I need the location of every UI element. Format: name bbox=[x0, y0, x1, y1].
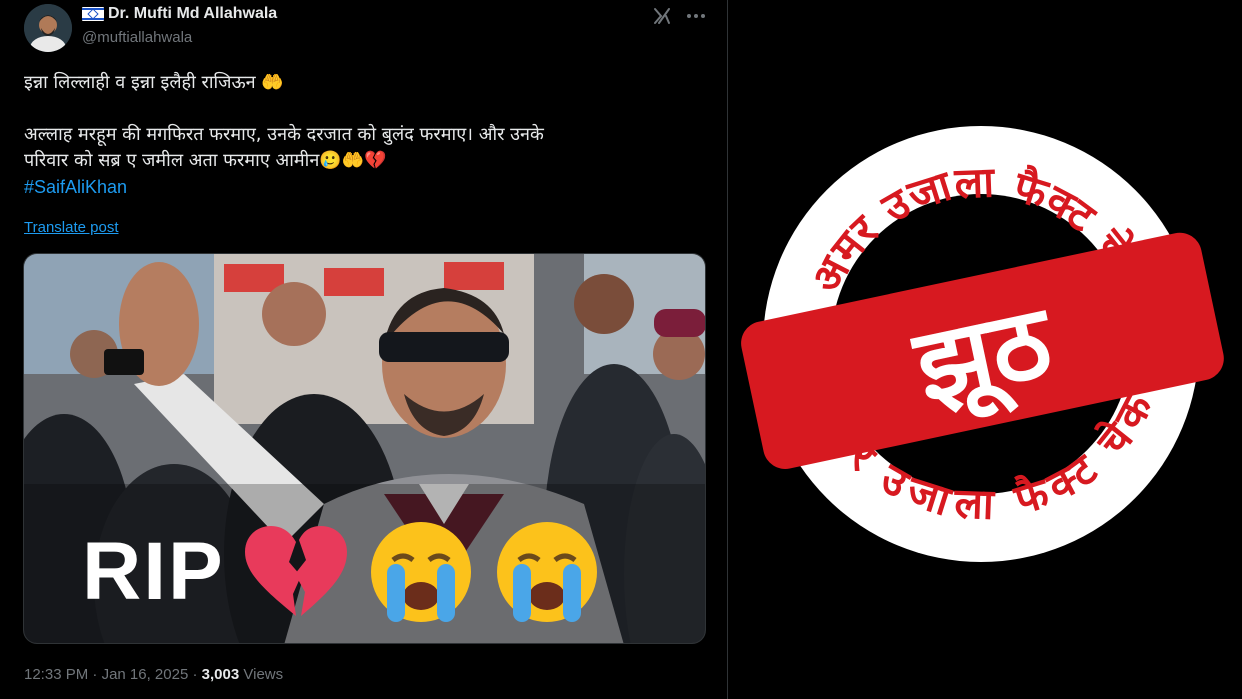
crying-face-icon bbox=[370, 522, 471, 622]
fact-check-stamp: अमर उजाला फैक्ट चेक अमर उजाला फैक्ट चेक … bbox=[736, 126, 1226, 570]
meta-separator: · bbox=[192, 666, 198, 683]
israel-flag-icon bbox=[82, 7, 104, 21]
crying-face-icon bbox=[496, 522, 597, 622]
more-icon[interactable] bbox=[684, 6, 708, 26]
rip-text: RIP bbox=[82, 526, 225, 617]
avatar[interactable] bbox=[24, 4, 72, 52]
tweet-line: इन्ना लिल्लाही व इन्ना इलैही राजिऊन 🤲 bbox=[24, 72, 284, 93]
tweet-meta: 12:33 PM · Jan 16, 2025 · 3,003 Views bbox=[24, 666, 283, 683]
broken-heart-icon bbox=[244, 526, 347, 616]
name-row: Dr. Mufti Md Allahwala bbox=[82, 5, 277, 23]
tweet-panel: Dr. Mufti Md Allahwala @muftiallahwala इ… bbox=[0, 0, 728, 699]
tweet-line: अल्लाह मरहूम की मगफिरत फरमाए, उनके दरजात… bbox=[24, 124, 544, 145]
user-handle[interactable]: @muftiallahwala bbox=[82, 29, 192, 46]
translate-post-link[interactable]: Translate post bbox=[24, 219, 119, 236]
tweet-time[interactable]: 12:33 PM bbox=[24, 666, 88, 683]
tweet-text: इन्ना लिल्लाही व इन्ना इलैही राजिऊन 🤲 अल… bbox=[24, 70, 694, 200]
meta-separator: · bbox=[92, 666, 98, 683]
grok-icon[interactable] bbox=[652, 6, 672, 26]
tweet-date[interactable]: Jan 16, 2025 bbox=[102, 666, 189, 683]
tweet-line: परिवार को सब्र ए जमील अता फरमाए आमीन🥲🤲💔 bbox=[24, 150, 387, 171]
rip-overlay: RIP bbox=[82, 518, 601, 626]
views-label: Views bbox=[243, 666, 284, 683]
hashtag-link[interactable]: #SaifAliKhan bbox=[24, 174, 694, 200]
display-name[interactable]: Dr. Mufti Md Allahwala bbox=[108, 5, 277, 23]
views-count: 3,003 bbox=[201, 666, 240, 683]
